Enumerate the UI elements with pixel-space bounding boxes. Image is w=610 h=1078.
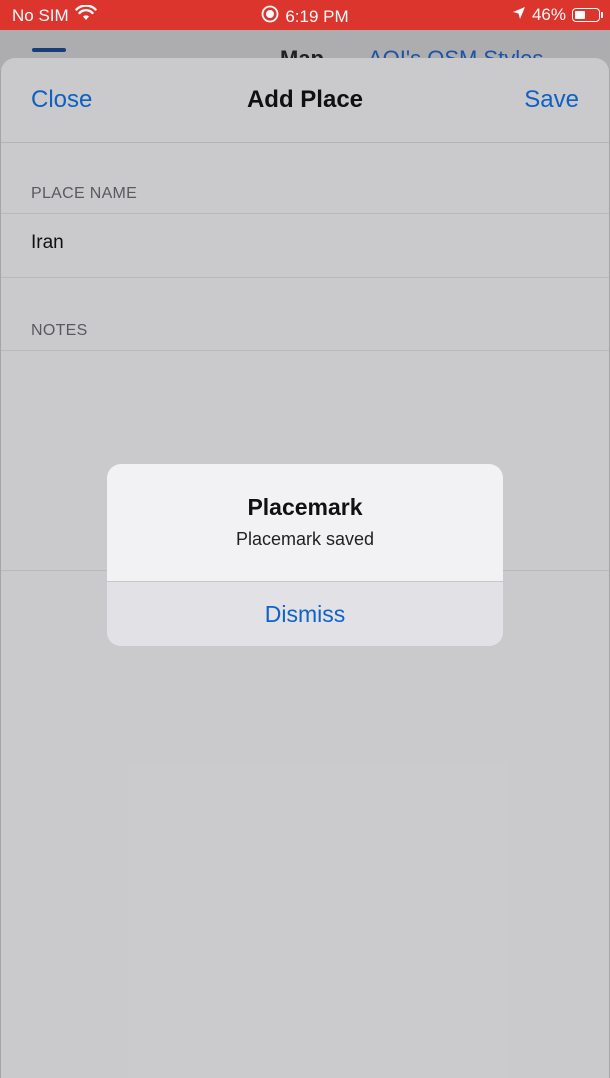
placemark-alert: Placemark Placemark saved Dismiss: [107, 464, 503, 646]
dismiss-button[interactable]: Dismiss: [107, 581, 503, 646]
screen: No SIM 6:19 PM 46% Close Add Place Save …: [0, 0, 610, 1078]
alert-message: Placemark saved: [235, 529, 375, 549]
alert-title: Placemark: [247, 494, 363, 520]
